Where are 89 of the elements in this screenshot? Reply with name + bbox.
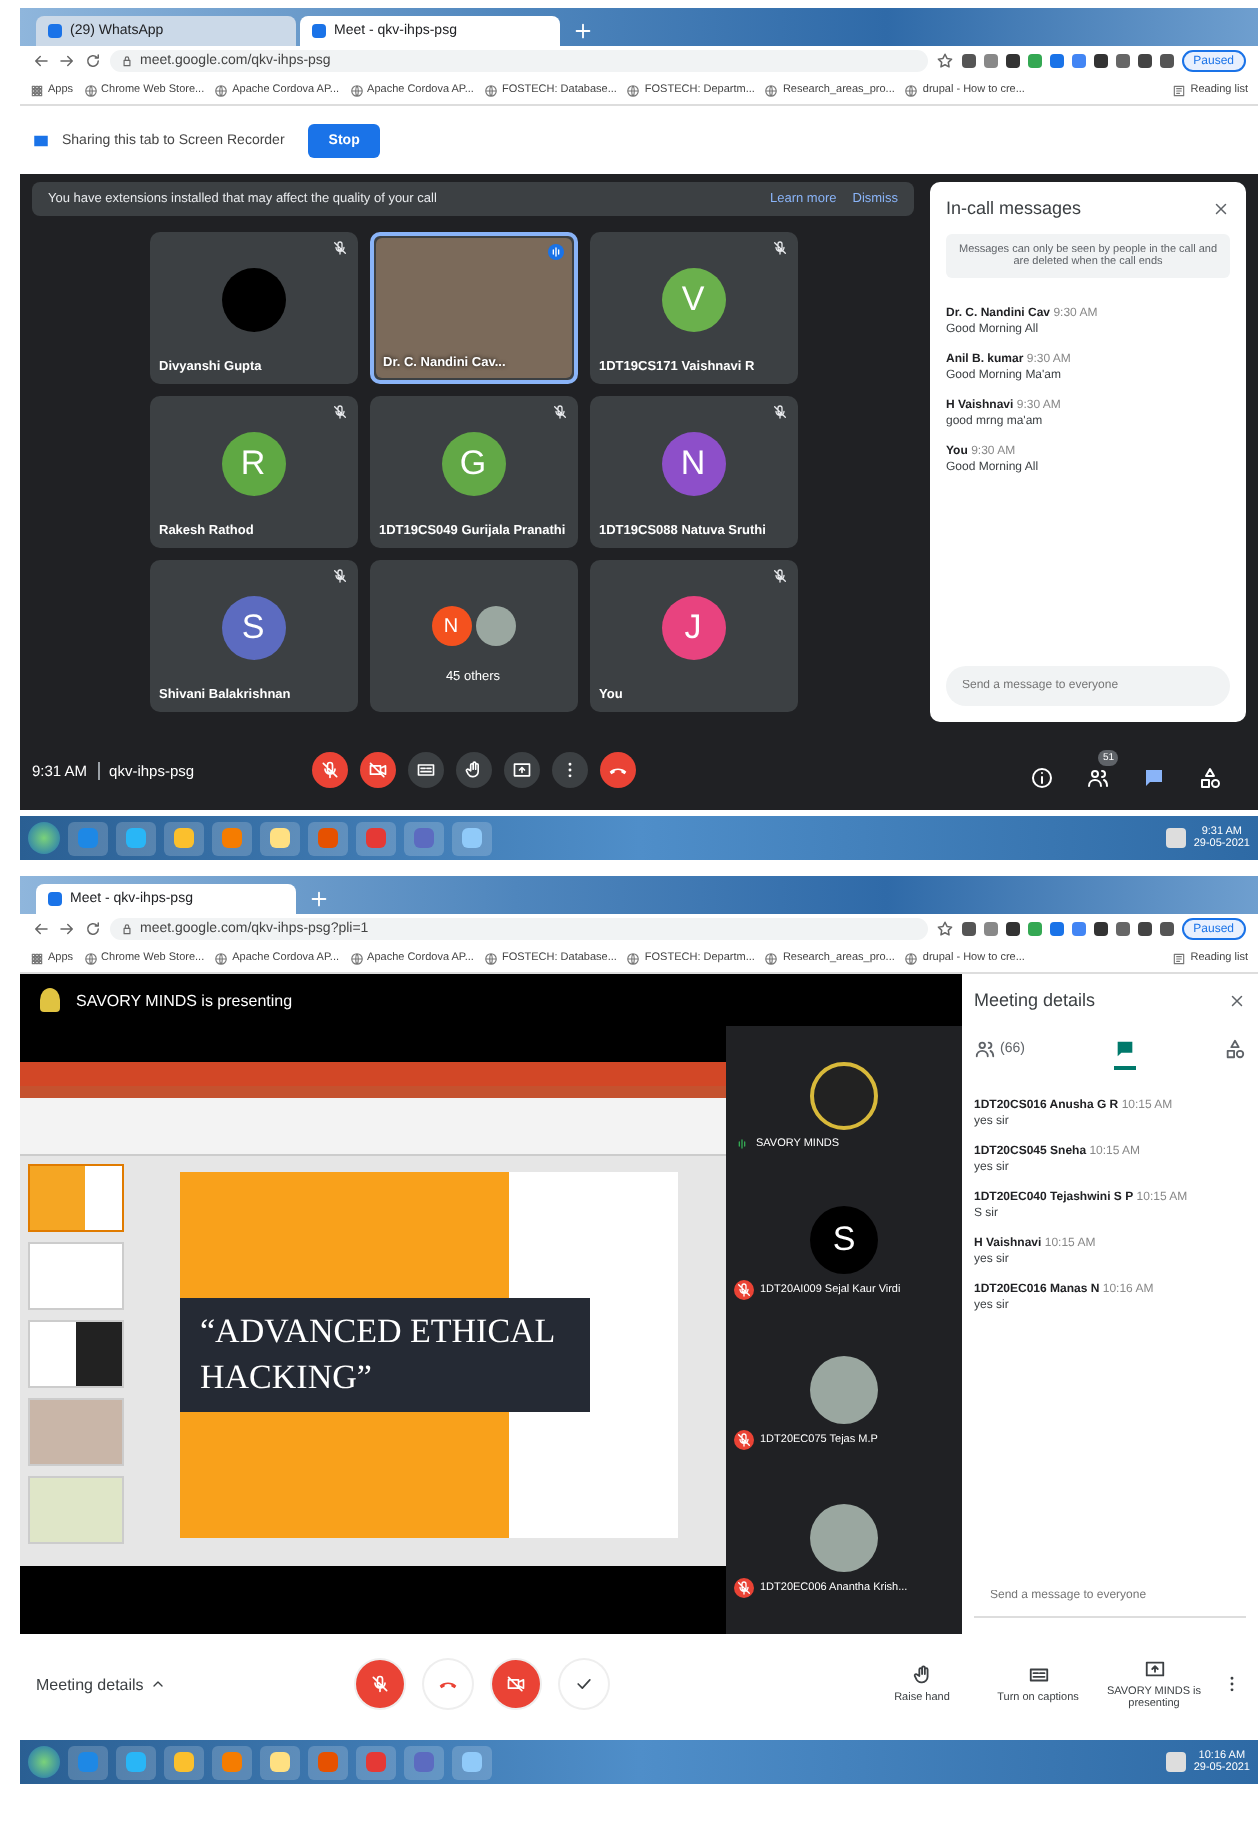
screen-share-icon	[32, 131, 50, 149]
tray-icon[interactable]	[1165, 828, 1186, 848]
raise-hand-button[interactable]	[456, 752, 492, 788]
bookmark-star-icon[interactable]	[935, 52, 954, 70]
lock-icon	[120, 54, 134, 68]
taskbar-app-icon[interactable]	[452, 821, 492, 855]
taskbar-app-icon[interactable]	[260, 821, 300, 855]
participant-avatar: N	[661, 432, 725, 496]
logo-placeholder	[810, 1061, 878, 1130]
globe-icon	[349, 83, 364, 97]
captions-icon	[416, 760, 436, 780]
hand-icon	[911, 1664, 933, 1686]
microphone-button[interactable]	[312, 752, 348, 788]
taskbar-app-icon[interactable]	[164, 821, 204, 855]
globe-icon	[83, 951, 98, 965]
presenting-title: SAVORY MINDS is presenting	[76, 991, 293, 1009]
participant-avatar: S	[810, 1206, 878, 1275]
camera-off-icon	[506, 1674, 526, 1694]
back-icon[interactable]	[32, 920, 50, 938]
globe-icon	[904, 83, 919, 97]
chat-icon	[1142, 766, 1166, 790]
bookmark-star-icon[interactable]	[935, 920, 954, 938]
globe-icon	[214, 83, 229, 97]
bulb-logo-icon	[40, 988, 60, 1012]
camera-button[interactable]	[360, 752, 396, 788]
photo-placeholder	[810, 1355, 878, 1424]
globe-icon	[83, 83, 98, 97]
camera-off-icon	[368, 760, 388, 780]
info-icon	[1030, 766, 1054, 790]
forward-icon[interactable]	[58, 920, 76, 938]
check-icon	[574, 1674, 594, 1694]
reading-list-icon	[1172, 83, 1187, 97]
microphone-off-icon	[320, 760, 340, 780]
reload-icon[interactable]	[84, 52, 102, 70]
participant-avatar: J	[661, 596, 725, 660]
taskbar-app-icon[interactable]	[452, 1745, 492, 1779]
caret-icon	[149, 1676, 166, 1692]
globe-icon	[483, 83, 498, 97]
globe-icon	[214, 951, 229, 965]
lock-icon	[120, 922, 134, 936]
globe-icon	[626, 83, 641, 97]
microphone-off-icon	[370, 1674, 390, 1694]
participant-avatar: N	[431, 606, 471, 646]
present-screen-icon	[1143, 1658, 1165, 1680]
chat-tab[interactable]	[1113, 1038, 1136, 1070]
globe-icon	[904, 951, 919, 965]
forward-icon[interactable]	[58, 52, 76, 70]
taskbar-app-icon[interactable]	[164, 1745, 204, 1779]
taskbar-app-icon[interactable]	[116, 821, 156, 855]
close-icon[interactable]	[1228, 991, 1246, 1009]
panel-title: Meeting details	[974, 990, 1096, 1010]
start-button[interactable]	[28, 1746, 60, 1778]
reading-list-icon	[1172, 951, 1187, 965]
apps-grid-icon	[30, 83, 44, 97]
globe-icon	[626, 951, 641, 965]
participant-avatar: R	[221, 432, 285, 496]
tray-icon[interactable]	[1165, 1752, 1186, 1772]
close-icon[interactable]	[1212, 199, 1230, 217]
chat-icon	[1113, 1038, 1136, 1060]
start-button[interactable]	[28, 822, 60, 854]
people-icon	[974, 1038, 996, 1060]
taskbar-app-icon[interactable]	[260, 1745, 300, 1779]
taskbar-app-icon[interactable]	[116, 1745, 156, 1779]
reload-icon[interactable]	[84, 920, 102, 938]
globe-icon	[483, 951, 498, 965]
photo-placeholder	[810, 1504, 878, 1573]
back-icon[interactable]	[32, 52, 50, 70]
slide-title: “ADVANCED ETHICAL HACKING”	[200, 1309, 557, 1399]
more-options-button[interactable]	[552, 752, 588, 788]
apps-grid-icon	[30, 951, 44, 965]
shapes-icon	[1198, 766, 1222, 790]
globe-icon	[764, 83, 779, 97]
panel-title: In-call messages	[946, 198, 1082, 218]
participant-avatar: G	[441, 432, 505, 496]
new-tab-icon[interactable]	[572, 20, 594, 42]
present-screen-icon	[512, 760, 532, 780]
participant-avatar: S	[221, 596, 285, 660]
people-icon	[1086, 766, 1110, 790]
present-button[interactable]	[504, 752, 540, 788]
captions-button[interactable]	[408, 752, 444, 788]
globe-icon	[349, 951, 364, 965]
globe-icon	[764, 951, 779, 965]
captions-icon	[1027, 1664, 1049, 1686]
participant-avatar: V	[661, 268, 725, 332]
shapes-icon	[1223, 1038, 1246, 1060]
new-tab-icon[interactable]	[308, 888, 330, 910]
hand-icon	[464, 760, 484, 780]
photo-placeholder	[475, 606, 515, 646]
leave-call-button[interactable]	[600, 752, 636, 788]
